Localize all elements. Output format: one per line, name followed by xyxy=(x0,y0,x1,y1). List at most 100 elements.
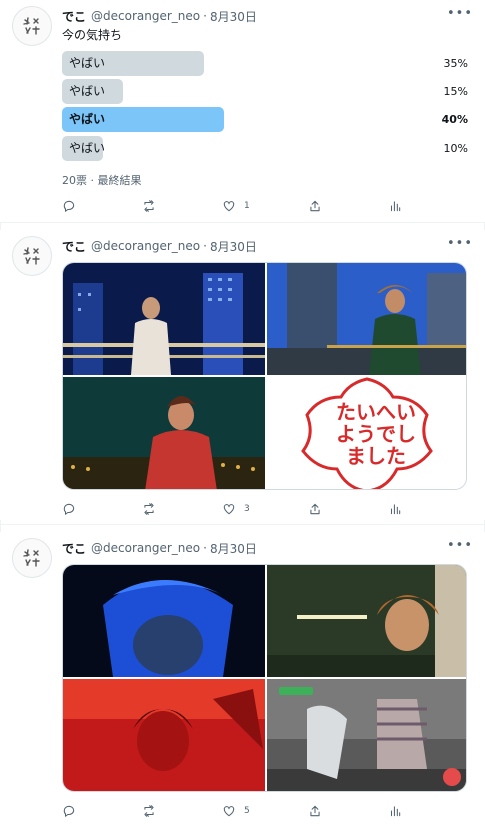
avatar-logo-icon xyxy=(23,247,40,265)
poll-option-percent: 35% xyxy=(443,57,468,70)
reply-icon xyxy=(63,503,75,515)
poll-option: やばい 15% xyxy=(62,79,468,104)
photo-image xyxy=(267,565,466,677)
tweet-divider xyxy=(0,222,485,223)
share-icon xyxy=(310,805,320,817)
tweet-header: でこ @decoranger_neo · 8月30日 ••• xyxy=(62,237,473,255)
display-name[interactable]: でこ xyxy=(62,8,86,25)
like-button[interactable]: 5 xyxy=(222,802,250,820)
share-button[interactable] xyxy=(308,500,322,518)
poll-option-percent: 40% xyxy=(441,113,468,126)
tweet-actions: 3 xyxy=(62,500,402,518)
avatar[interactable] xyxy=(12,538,52,578)
sticker-text-line: たいへい xyxy=(336,400,416,424)
tweet-date[interactable]: 8月30日 xyxy=(210,238,257,255)
like-button[interactable]: 3 xyxy=(222,500,250,518)
display-name[interactable]: でこ xyxy=(62,238,86,255)
tweet-text: 今の気持ち xyxy=(62,28,123,42)
poll-option-label: やばい xyxy=(69,56,106,70)
heart-icon xyxy=(223,806,235,817)
share-button[interactable] xyxy=(308,197,322,215)
analytics-icon xyxy=(390,201,401,212)
sticker-text: たいへい ようでし ました xyxy=(311,401,441,467)
reply-icon xyxy=(63,805,75,817)
like-count: 5 xyxy=(244,806,250,816)
share-icon xyxy=(310,503,320,515)
user-handle[interactable]: @decoranger_neo xyxy=(91,541,200,555)
tweet-photos-1[interactable]: でこ @decoranger_neo · 8月30日 ••• たいへい ようでし… xyxy=(0,230,485,520)
sticker-text-line: ました xyxy=(346,444,406,468)
retweet-button[interactable] xyxy=(142,500,164,518)
photo-parking-garage-portrait[interactable] xyxy=(267,565,466,677)
media-grid xyxy=(62,564,467,792)
avatar-logo-icon xyxy=(23,549,40,567)
like-count: 1 xyxy=(244,201,250,211)
separator-dot: · xyxy=(203,239,207,253)
analytics-button[interactable] xyxy=(388,197,402,215)
retweet-icon xyxy=(144,503,154,515)
tweet-actions: 5 xyxy=(62,802,402,820)
photo-image xyxy=(63,679,265,791)
retweet-button[interactable] xyxy=(142,802,164,820)
photo-image xyxy=(267,263,466,375)
sticker-text-line: ようでし xyxy=(336,422,416,446)
photo-image xyxy=(63,565,265,677)
separator-dot: · xyxy=(203,541,207,555)
avatar[interactable] xyxy=(12,6,52,46)
tweet-divider xyxy=(0,524,485,525)
tweet-poll[interactable]: でこ @decoranger_neo · 8月30日 ••• 今の気持ち やばい… xyxy=(0,0,485,222)
like-count: 3 xyxy=(244,504,250,514)
separator-dot: · xyxy=(203,9,207,23)
more-options-icon[interactable]: ••• xyxy=(447,539,473,553)
display-name[interactable]: でこ xyxy=(62,540,86,557)
tweet-header: でこ @decoranger_neo · 8月30日 ••• xyxy=(62,7,473,25)
retweet-icon xyxy=(144,805,154,817)
reply-button[interactable] xyxy=(62,197,84,215)
photo-red-light-portrait[interactable] xyxy=(63,679,265,791)
photo-sticker-flower-text[interactable]: たいへい ようでし ました xyxy=(267,377,466,489)
tweet-header: でこ @decoranger_neo · 8月30日 ••• xyxy=(62,539,473,557)
photo-image xyxy=(63,263,265,375)
photo-city-skyline-railing[interactable] xyxy=(267,263,466,375)
poll-results-meta: 20票 · 最終結果 xyxy=(62,174,142,187)
media-grid: たいへい ようでし ました xyxy=(62,262,467,490)
photo-red-outfit-portrait[interactable] xyxy=(63,377,265,489)
photo-blue-hair-portrait[interactable] xyxy=(63,565,265,677)
photo-night-city-balcony[interactable] xyxy=(63,263,265,375)
tweet-date[interactable]: 8月30日 xyxy=(210,540,257,557)
poll-option: やばい 35% xyxy=(62,51,468,76)
poll-option-label: やばい xyxy=(69,141,106,155)
like-button[interactable]: 1 xyxy=(222,197,250,215)
avatar-logo-icon xyxy=(23,17,40,35)
retweet-button[interactable] xyxy=(142,197,164,215)
poll-option-percent: 10% xyxy=(443,142,468,155)
reply-icon xyxy=(63,200,75,212)
poll-option-percent: 15% xyxy=(443,85,468,98)
photo-image xyxy=(267,679,466,791)
photo-image xyxy=(63,377,265,489)
heart-icon xyxy=(223,504,235,515)
poll-option: やばい 10% xyxy=(62,136,468,161)
more-options-icon[interactable]: ••• xyxy=(447,7,473,21)
analytics-icon xyxy=(390,806,401,817)
photo-dance-motion[interactable] xyxy=(267,679,466,791)
tweet-photos-2[interactable]: でこ @decoranger_neo · 8月30日 ••• 5 xyxy=(0,532,485,828)
user-handle[interactable]: @decoranger_neo xyxy=(91,9,200,23)
user-handle[interactable]: @decoranger_neo xyxy=(91,239,200,253)
analytics-button[interactable] xyxy=(388,802,402,820)
poll-option-label: やばい xyxy=(69,112,106,126)
poll-option-winner: やばい 40% xyxy=(62,107,468,132)
tweet-actions: 1 xyxy=(62,197,402,215)
avatar[interactable] xyxy=(12,236,52,276)
reply-button[interactable] xyxy=(62,802,84,820)
analytics-icon xyxy=(390,504,401,515)
heart-icon xyxy=(223,201,235,212)
tweet-date[interactable]: 8月30日 xyxy=(210,8,257,25)
more-options-icon[interactable]: ••• xyxy=(447,237,473,251)
reply-button[interactable] xyxy=(62,500,84,518)
share-button[interactable] xyxy=(308,802,322,820)
retweet-icon xyxy=(144,200,154,212)
share-icon xyxy=(310,200,320,212)
poll-option-label: やばい xyxy=(69,84,106,98)
analytics-button[interactable] xyxy=(388,500,402,518)
